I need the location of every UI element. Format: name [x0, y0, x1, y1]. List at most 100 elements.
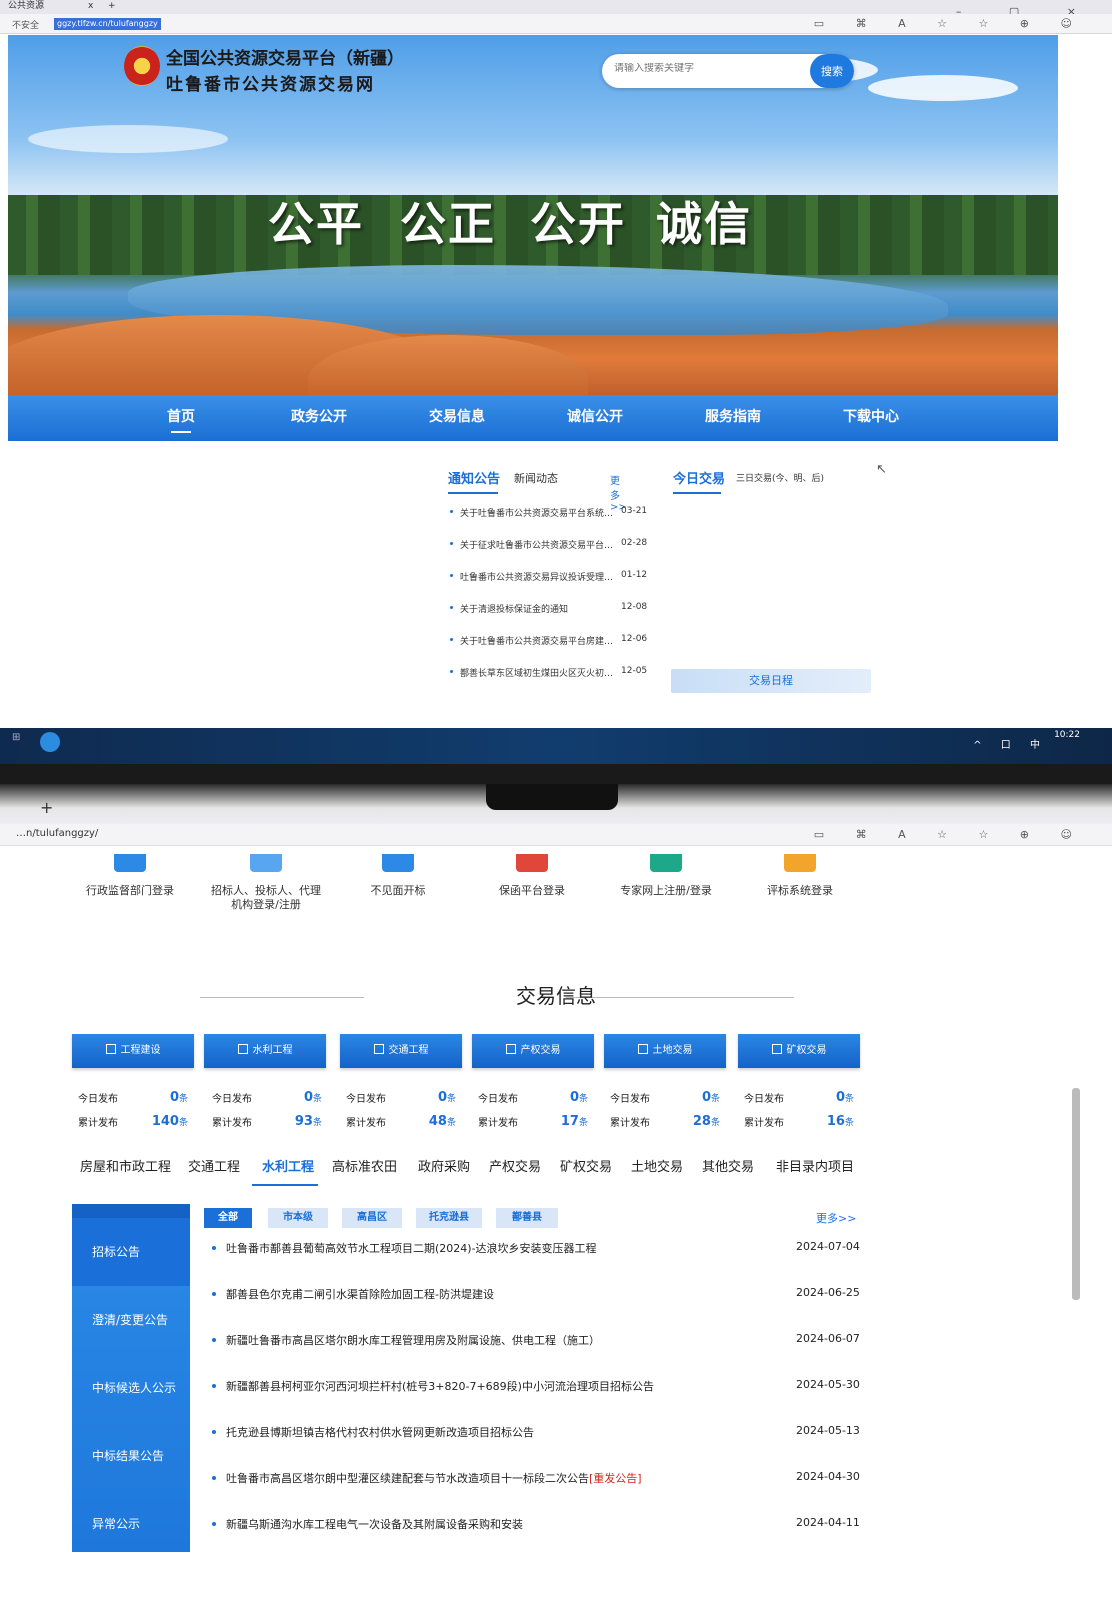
tab-other[interactable]: 其他交易: [702, 1156, 754, 1175]
menu-tender-notice[interactable]: 招标公告: [72, 1218, 190, 1286]
filter-city[interactable]: 市本级: [268, 1208, 328, 1228]
filter-toksun[interactable]: 托克逊县: [416, 1208, 482, 1228]
table-row[interactable]: 鄯善县色尔克甫二闸引水渠首除险加固工程-防洪堤建设 2024-06-25: [212, 1286, 862, 1332]
nav-gov-affairs[interactable]: 政务公开: [250, 395, 388, 441]
project-title[interactable]: 托克逊县博斯坦镇吉格代村农村供水管网更新改造项目招标公告: [226, 1424, 534, 1440]
trade-schedule-button[interactable]: 交易日程: [671, 669, 871, 693]
tab-housing[interactable]: 房屋和市政工程: [80, 1156, 171, 1175]
url-field[interactable]: ggzy.tlfzw.cn/tulufanggzy: [54, 18, 161, 30]
table-row[interactable]: 新疆鄯善县柯柯亚尔河西河坝拦杆村(桩号3+820-7+689段)中小河流治理项目…: [212, 1378, 862, 1424]
list-item[interactable]: 关于征求吐鲁番市公共资源交易平台使… 02-28: [450, 538, 650, 570]
search-box: 搜索: [602, 54, 854, 88]
quick-link-remote-opening[interactable]: 不见面开标: [350, 854, 446, 898]
quick-link-expert[interactable]: 专家网上注册/登录: [612, 854, 720, 898]
quick-link-supervision[interactable]: 行政监督部门登录: [80, 854, 180, 898]
list-item[interactable]: 关于吐鲁番市公共资源交易平台系统迁… 03-21: [450, 506, 650, 538]
category-icon: [505, 1044, 516, 1054]
tab-transport[interactable]: 交通工程: [188, 1156, 240, 1175]
filter-shanshan[interactable]: 鄯善县: [496, 1208, 558, 1228]
search-input[interactable]: [614, 63, 794, 74]
nav-trade-info[interactable]: 交易信息: [388, 395, 526, 441]
quick-link-guarantee[interactable]: 保函平台登录: [484, 854, 580, 898]
tab-mining[interactable]: 矿权交易: [560, 1156, 612, 1175]
category-mining[interactable]: 矿权交易: [738, 1034, 860, 1068]
windows-icon[interactable]: ⊞: [12, 732, 20, 743]
notice-date: 12-05: [621, 666, 648, 676]
nav-downloads[interactable]: 下载中心: [802, 395, 940, 441]
browser-tab[interactable]: 公共资源: [8, 1, 44, 11]
system-tray[interactable]: ^ 口 中: [973, 736, 1048, 751]
edge-icon[interactable]: [40, 732, 60, 752]
category-water[interactable]: 水利工程: [204, 1034, 326, 1068]
tab-today-trade[interactable]: 今日交易: [673, 468, 725, 487]
table-row[interactable]: 吐鲁番市高昌区塔尔朗中型灌区续建配套与节水改造项目十一标段二次公告[重发公告] 2…: [212, 1470, 862, 1516]
table-row[interactable]: 新疆吐鲁番市高昌区塔尔朗水库工程管理用房及附属设施、供电工程（施工） 2024-0…: [212, 1332, 862, 1378]
stat-value: 17条: [561, 1114, 588, 1129]
project-title[interactable]: 鄯善县色尔克甫二闸引水渠首除险加固工程-防洪堤建设: [226, 1286, 494, 1302]
url-field[interactable]: …n/tulufanggzy/: [16, 828, 98, 839]
project-title-wrap[interactable]: 吐鲁番市高昌区塔尔朗中型灌区续建配套与节水改造项目十一标段二次公告[重发公告]: [226, 1470, 642, 1486]
stat-unit: 条: [178, 1118, 188, 1128]
table-row[interactable]: 新疆乌斯通沟水库工程电气一次设备及其附属设备采购和安装 2024-04-11: [212, 1516, 862, 1562]
more-link[interactable]: 更多>>: [816, 1210, 856, 1226]
tab-farmland[interactable]: 高标准农田: [332, 1156, 397, 1175]
close-tab-icon[interactable]: x: [88, 0, 93, 12]
quick-link-bidder-login[interactable]: 招标人、投标人、代理 机构登录/注册: [206, 854, 326, 912]
quick-link-evaluation[interactable]: 评标系统登录: [752, 854, 848, 898]
tab-notices[interactable]: 通知公告: [448, 468, 500, 487]
project-title[interactable]: 新疆乌斯通沟水库工程电气一次设备及其附属设备采购和安装: [226, 1516, 523, 1532]
camera-notch: [486, 784, 618, 810]
new-tab-icon[interactable]: +: [108, 0, 116, 12]
filter-all[interactable]: 全部: [204, 1208, 252, 1228]
tab-water[interactable]: 水利工程: [262, 1156, 314, 1175]
stat-number: 140: [151, 1114, 179, 1129]
notice-title[interactable]: 关于吐鲁番市公共资源交易平台房建市…: [460, 634, 614, 647]
notice-title[interactable]: 鄯善长草东区域初生煤田火区灭火初步…: [460, 666, 614, 679]
category-land[interactable]: 土地交易: [604, 1034, 726, 1068]
bullet: [212, 1384, 216, 1388]
menu-anomaly[interactable]: 异常公示: [72, 1490, 190, 1558]
table-row[interactable]: 托克逊县博斯坦镇吉格代村农村供水管网更新改造项目招标公告 2024-05-13: [212, 1424, 862, 1470]
tab-property[interactable]: 产权交易: [489, 1156, 541, 1175]
category-transport[interactable]: 交通工程: [340, 1034, 462, 1068]
scrollbar[interactable]: [1072, 1088, 1080, 1300]
notice-date: 03-21: [621, 506, 648, 516]
menu-candidates[interactable]: 中标候选人公示: [72, 1354, 190, 1422]
project-title[interactable]: 新疆吐鲁番市高昌区塔尔朗水库工程管理用房及附属设施、供电工程（施工）: [226, 1332, 600, 1348]
site-name-line1: 全国公共资源交易平台（新疆）: [166, 49, 404, 69]
list-item[interactable]: 鄯善长草东区域初生煤田火区灭火初步… 12-05: [450, 666, 650, 698]
table-row[interactable]: 吐鲁番市鄯善县葡萄高效节水工程项目二期(2024)-达浪坎乡安装变压器工程 202…: [212, 1240, 862, 1286]
nav-service-guide[interactable]: 服务指南: [664, 395, 802, 441]
notice-title[interactable]: 关于吐鲁番市公共资源交易平台系统迁…: [460, 506, 614, 519]
nav-home[interactable]: 首页: [112, 395, 250, 441]
project-title[interactable]: 新疆鄯善县柯柯亚尔河西河坝拦杆村(桩号3+820-7+689段)中小河流治理项目…: [226, 1378, 654, 1394]
project-title[interactable]: 吐鲁番市鄯善县葡萄高效节水工程项目二期(2024)-达浪坎乡安装变压器工程: [226, 1240, 597, 1256]
tab-underline: [673, 492, 721, 494]
slogan-word: 公开: [530, 197, 626, 251]
tab-land[interactable]: 土地交易: [631, 1156, 683, 1175]
stat-value: 0条: [836, 1090, 854, 1105]
menu-results[interactable]: 中标结果公告: [72, 1422, 190, 1490]
list-item[interactable]: 关于吐鲁番市公共资源交易平台房建市… 12-06: [450, 634, 650, 666]
new-tab-icon[interactable]: +: [40, 798, 53, 817]
list-item[interactable]: 关于清退投标保证金的通知 12-08: [450, 602, 650, 634]
filter-gaochang[interactable]: 高昌区: [342, 1208, 402, 1228]
notice-title[interactable]: 关于清退投标保证金的通知: [460, 602, 614, 615]
tab-non-catalog[interactable]: 非目录内项目: [776, 1156, 854, 1175]
browser-toolbar-icons[interactable]: ▭ ⌘ A ☆ ☆ ⊕ ☺: [814, 828, 1086, 841]
slogan-word: 公平: [268, 197, 364, 251]
notice-title[interactable]: 关于征求吐鲁番市公共资源交易平台使…: [460, 538, 614, 551]
tab-news[interactable]: 新闻动态: [514, 470, 558, 486]
tab-underline: [448, 492, 498, 494]
browser-toolbar-icons[interactable]: ▭ ⌘ A ☆ ☆ ⊕ ☺: [814, 17, 1086, 30]
category-property[interactable]: 产权交易: [472, 1034, 594, 1068]
nav-credit[interactable]: 诚信公开: [526, 395, 664, 441]
menu-clarification[interactable]: 澄清/变更公告: [72, 1286, 190, 1354]
category-engineering[interactable]: 工程建设: [72, 1034, 194, 1068]
list-item[interactable]: 吐鲁番市公共资源交易异议投诉受理渠道 01-12: [450, 570, 650, 602]
tab-three-day-trade[interactable]: 三日交易(今、明、后): [736, 471, 824, 484]
notice-title[interactable]: 吐鲁番市公共资源交易异议投诉受理渠道: [460, 570, 614, 583]
tab-gov-procurement[interactable]: 政府采购: [418, 1156, 470, 1175]
search-button[interactable]: 搜索: [810, 54, 854, 88]
stat-value: 28条: [693, 1114, 720, 1129]
